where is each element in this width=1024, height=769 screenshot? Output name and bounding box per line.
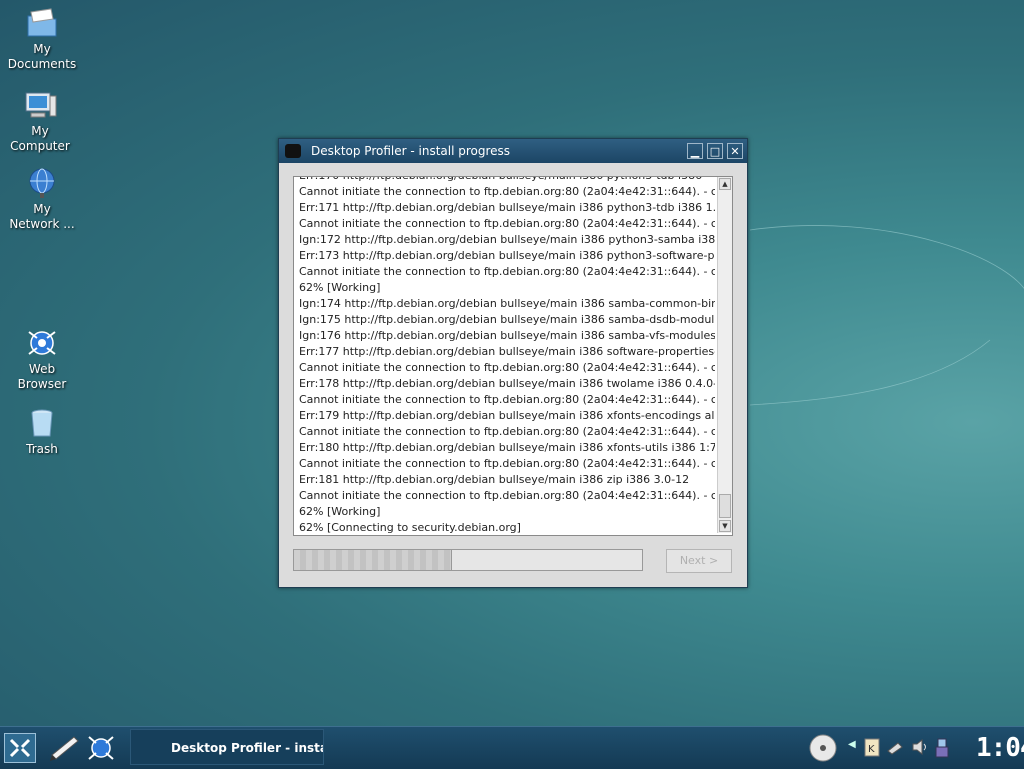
maximize-icon: □	[709, 144, 721, 158]
log-output[interactable]: Err:170 http://ftp.debian.org/debian bul…	[293, 176, 733, 536]
log-line: Cannot initiate the connection to ftp.de…	[299, 217, 715, 230]
browser-icon	[28, 331, 56, 355]
volume-tray[interactable]	[910, 737, 930, 761]
close-icon: ✕	[730, 144, 740, 158]
log-line: 62% [Connecting to security.debian.org]	[299, 521, 521, 534]
log-line: Err:181 http://ftp.debian.org/debian bul…	[299, 473, 690, 486]
log-line: Cannot initiate the connection to ftp.de…	[299, 393, 715, 406]
clock[interactable]: 1:04	[976, 733, 1024, 763]
clipboard-tray[interactable]: K	[864, 737, 880, 761]
log-line: 62% [Working]	[299, 281, 381, 294]
desktop-icon-my-documents[interactable]: My Documents	[2, 6, 82, 72]
network-icon	[29, 168, 55, 198]
desktop-icon-label: Trash	[26, 442, 58, 456]
arrow-left-icon: ◀	[848, 739, 856, 750]
install-progress-bar	[293, 549, 643, 571]
tray-expand-button[interactable]: ◀	[848, 739, 856, 750]
log-lines: Err:170 http://ftp.debian.org/debian bul…	[299, 177, 715, 535]
volume-icon	[912, 738, 926, 756]
scroll-down-button[interactable]: ▼	[719, 520, 731, 532]
next-button[interactable]: Next >	[666, 549, 732, 573]
desktop-icon-my-computer[interactable]: My Computer	[0, 88, 80, 154]
desktop-icon-label: Web Browser	[17, 362, 67, 391]
cd-drive-tray[interactable]	[808, 733, 838, 767]
log-line: Ign:174 http://ftp.debian.org/debian bul…	[299, 297, 715, 310]
progress-fill	[294, 550, 452, 570]
chevron-down-icon: ▼	[722, 522, 728, 530]
log-line: Ign:175 http://ftp.debian.org/debian bul…	[299, 313, 715, 326]
log-line: Cannot initiate the connection to ftp.de…	[299, 361, 715, 374]
log-line: Err:173 http://ftp.debian.org/debian bul…	[299, 249, 715, 262]
svg-text:K: K	[868, 744, 875, 755]
desktop-icon-label: My Computer	[10, 124, 70, 153]
log-line: Err:178 http://ftp.debian.org/debian bul…	[299, 377, 715, 390]
launcher-web-browser[interactable]	[86, 733, 116, 767]
folder-icon	[27, 8, 57, 37]
taskbar-item-install-progress[interactable]: Desktop Profiler - install progress	[130, 729, 324, 765]
log-line: Cannot initiate the connection to ftp.de…	[299, 425, 715, 438]
start-icon	[9, 738, 31, 758]
log-line: Err:171 http://ftp.debian.org/debian bul…	[299, 201, 715, 214]
minimize-icon: ▁	[690, 144, 700, 158]
browser-icon	[88, 736, 114, 760]
log-line: Err:177 http://ftp.debian.org/debian bul…	[299, 345, 715, 358]
usb-tray[interactable]	[934, 737, 950, 763]
app-icon	[285, 144, 301, 158]
log-line: Cannot initiate the connection to ftp.de…	[299, 185, 715, 198]
minimize-button[interactable]: ▁	[687, 143, 703, 159]
editor-icon	[50, 736, 79, 761]
close-button[interactable]: ✕	[727, 143, 743, 159]
log-line: Cannot initiate the connection to ftp.de…	[299, 265, 715, 278]
desktop-icon-label: My Documents	[7, 42, 77, 71]
log-line: Cannot initiate the connection to ftp.de…	[299, 489, 715, 502]
install-progress-window: Desktop Profiler - install progress ▁ □ …	[278, 138, 748, 588]
log-scrollbar[interactable]: ▲ ▼	[717, 177, 732, 533]
log-line: Err:170 http://ftp.debian.org/debian bul…	[299, 177, 715, 184]
launcher-editor[interactable]	[48, 733, 82, 767]
log-line: Ign:176 http://ftp.debian.org/debian bul…	[299, 329, 715, 342]
log-line: 62% [Working]	[299, 505, 381, 518]
taskbar-item-label: Desktop Profiler - install progress	[171, 741, 323, 755]
log-line: Ign:172 http://ftp.debian.org/debian bul…	[299, 233, 715, 246]
desktop-icon-trash[interactable]: Trash	[2, 406, 82, 457]
log-line: Err:180 http://ftp.debian.org/debian bul…	[299, 441, 715, 454]
log-line: Err:179 http://ftp.debian.org/debian bul…	[299, 409, 715, 422]
window-titlebar[interactable]: Desktop Profiler - install progress ▁ □ …	[279, 139, 747, 163]
log-line: Cannot initiate the connection to ftp.de…	[299, 457, 715, 470]
desktop-icon-web-browser[interactable]: Web Browser	[2, 326, 82, 392]
computer-icon	[25, 92, 57, 118]
scroll-thumb[interactable]	[719, 494, 731, 518]
chevron-up-icon: ▲	[722, 180, 728, 188]
network-tray[interactable]	[886, 739, 906, 759]
network-cable-icon	[887, 742, 903, 755]
cd-icon	[809, 734, 837, 762]
start-menu-button[interactable]	[4, 733, 36, 763]
klipper-icon: K	[864, 738, 880, 757]
window-title: Desktop Profiler - install progress	[311, 144, 511, 158]
scroll-up-button[interactable]: ▲	[719, 178, 731, 190]
maximize-button[interactable]: □	[707, 143, 723, 159]
trash-icon	[31, 409, 53, 437]
desktop-icon-my-network[interactable]: My Network ...	[2, 166, 82, 232]
usb-icon	[935, 738, 949, 758]
taskbar: Desktop Profiler - install progress ◀ K …	[0, 726, 1024, 769]
desktop-icon-label: My Network ...	[9, 202, 75, 231]
